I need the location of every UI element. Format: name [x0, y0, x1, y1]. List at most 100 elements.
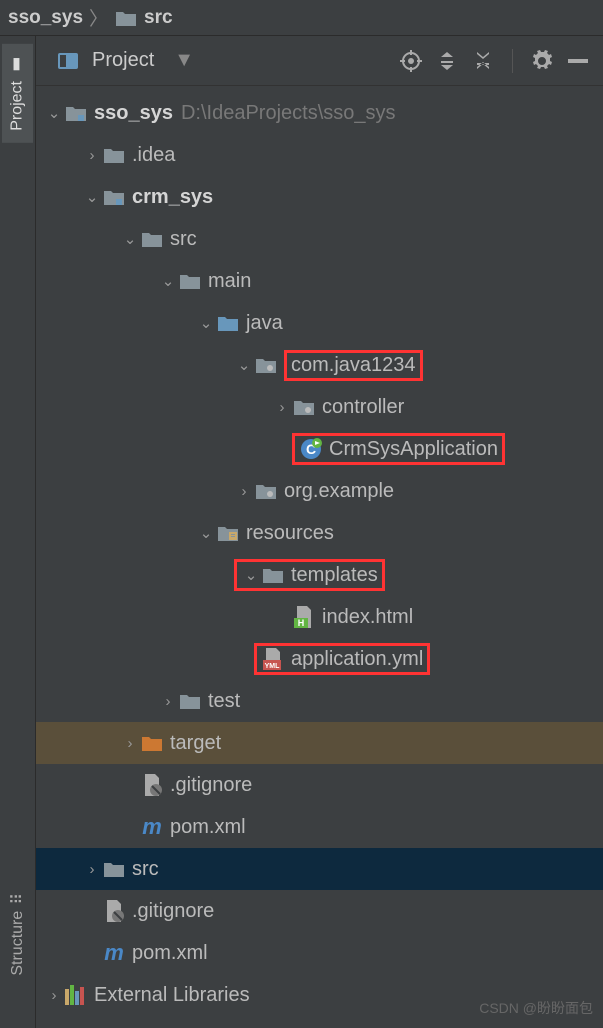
package-icon	[254, 479, 278, 503]
tool-window-bar: Project ▮ Structure ⠿	[0, 36, 36, 1028]
tree-item-test[interactable]: › test	[36, 680, 603, 722]
item-label: pom.xml	[170, 816, 246, 839]
item-label: templates	[291, 564, 378, 587]
expand-icon[interactable]: ⌄	[241, 566, 261, 584]
item-label: src	[132, 858, 159, 881]
expand-icon[interactable]: ⌄	[120, 230, 140, 248]
folder-icon	[261, 563, 285, 587]
resources-folder-icon	[216, 521, 240, 545]
expand-icon[interactable]: ›	[272, 399, 292, 416]
collapse-all-icon[interactable]	[470, 48, 496, 74]
folder-icon	[178, 269, 202, 293]
package-icon	[254, 353, 278, 377]
project-tab-label: Project	[9, 81, 27, 131]
tree-root[interactable]: ⌄ sso_sys D:\IdeaProjects\sso_sys	[36, 92, 603, 134]
tree-item-app[interactable]: C CrmSysApplication	[36, 428, 603, 470]
tree-item-yml[interactable]: YML application.yml	[36, 638, 603, 680]
item-label: CrmSysApplication	[329, 438, 498, 461]
svg-text:YML: YML	[265, 663, 281, 670]
expand-icon[interactable]: ›	[44, 987, 64, 1004]
item-label: resources	[246, 522, 334, 545]
item-label: .idea	[132, 144, 175, 167]
item-label: test	[208, 690, 240, 713]
root-path: D:\IdeaProjects\sso_sys	[181, 102, 396, 125]
minimize-icon[interactable]	[565, 48, 591, 74]
locate-icon[interactable]	[398, 48, 424, 74]
tree-item-idea[interactable]: › .idea	[36, 134, 603, 176]
tree-item-package[interactable]: ⌄ com.java1234	[36, 344, 603, 386]
tree-item-index[interactable]: H index.html	[36, 596, 603, 638]
project-tab-icon: ▮	[8, 56, 27, 75]
folder-icon	[102, 857, 126, 881]
chevron-right-icon: 〉	[89, 4, 108, 31]
gear-icon[interactable]	[529, 48, 555, 74]
structure-tab-label: Structure	[9, 911, 27, 976]
tab-project[interactable]: Project ▮	[2, 44, 33, 143]
module-icon	[64, 101, 88, 125]
structure-tab-icon: ⠿	[9, 893, 28, 905]
tree-item-pom2[interactable]: m pom.xml	[36, 932, 603, 974]
item-label: src	[170, 228, 197, 251]
breadcrumb: sso_sys 〉 src	[0, 0, 603, 36]
expand-icon[interactable]: ⌄	[196, 314, 216, 332]
folder-icon	[140, 227, 164, 251]
tab-structure[interactable]: Structure ⠿	[0, 881, 36, 988]
expand-all-icon[interactable]	[434, 48, 460, 74]
project-view-icon	[56, 49, 80, 73]
watermark: CSDN @盼盼面包	[479, 998, 593, 1018]
expand-icon[interactable]: ⌄	[44, 104, 64, 122]
module-icon	[102, 185, 126, 209]
expand-icon[interactable]: ⌄	[196, 524, 216, 542]
root-name: sso_sys	[94, 102, 173, 125]
chevron-down-icon: ▼	[174, 49, 194, 72]
expand-icon[interactable]: ›	[120, 735, 140, 752]
tree-item-src2[interactable]: › src	[36, 848, 603, 890]
tree-item-gitignore[interactable]: .gitignore	[36, 764, 603, 806]
folder-icon	[178, 689, 202, 713]
expand-icon[interactable]: ⌄	[82, 188, 102, 206]
item-label: java	[246, 312, 283, 335]
maven-file-icon: m	[102, 941, 126, 965]
view-dropdown[interactable]: Project ▼	[48, 45, 202, 77]
tree-item-templates[interactable]: ⌄ templates	[36, 554, 603, 596]
tree-item-org[interactable]: › org.example	[36, 470, 603, 512]
expand-icon[interactable]: ›	[82, 861, 102, 878]
expand-icon[interactable]: ⌄	[234, 356, 254, 374]
expand-icon[interactable]: ›	[82, 147, 102, 164]
tree-item-src[interactable]: ⌄ src	[36, 218, 603, 260]
item-label: .gitignore	[132, 900, 214, 923]
tree-item-gitignore2[interactable]: .gitignore	[36, 890, 603, 932]
tree-item-java[interactable]: ⌄ java	[36, 302, 603, 344]
view-dropdown-label: Project	[92, 49, 154, 72]
project-toolbar: Project ▼	[36, 36, 603, 86]
tree-item-crm[interactable]: ⌄ crm_sys	[36, 176, 603, 218]
expand-icon[interactable]: ›	[234, 483, 254, 500]
item-label: External Libraries	[94, 984, 250, 1007]
item-label: crm_sys	[132, 186, 213, 209]
divider	[512, 49, 513, 73]
tree-item-pom[interactable]: m pom.xml	[36, 806, 603, 848]
breadcrumb-child[interactable]: src	[144, 7, 173, 29]
maven-file-icon: m	[140, 815, 164, 839]
class-run-icon: C	[299, 437, 323, 461]
item-label: org.example	[284, 480, 394, 503]
tree-item-controller[interactable]: › controller	[36, 386, 603, 428]
tree-item-target[interactable]: › target	[36, 722, 603, 764]
gitignore-file-icon	[140, 773, 164, 797]
gitignore-file-icon	[102, 899, 126, 923]
item-label: application.yml	[291, 648, 423, 671]
libraries-icon	[64, 983, 88, 1007]
expand-icon[interactable]: ⌄	[158, 272, 178, 290]
tree-item-resources[interactable]: ⌄ resources	[36, 512, 603, 554]
html-file-icon: H	[292, 605, 316, 629]
tree-item-main[interactable]: ⌄ main	[36, 260, 603, 302]
package-icon	[292, 395, 316, 419]
folder-icon	[102, 143, 126, 167]
breadcrumb-root[interactable]: sso_sys	[8, 7, 83, 29]
expand-icon[interactable]: ›	[158, 693, 178, 710]
item-label: controller	[322, 396, 404, 419]
item-label: target	[170, 732, 221, 755]
item-label: com.java1234	[284, 350, 423, 381]
project-tree[interactable]: ⌄ sso_sys D:\IdeaProjects\sso_sys › .ide…	[36, 86, 603, 1028]
yaml-file-icon: YML	[261, 647, 285, 671]
